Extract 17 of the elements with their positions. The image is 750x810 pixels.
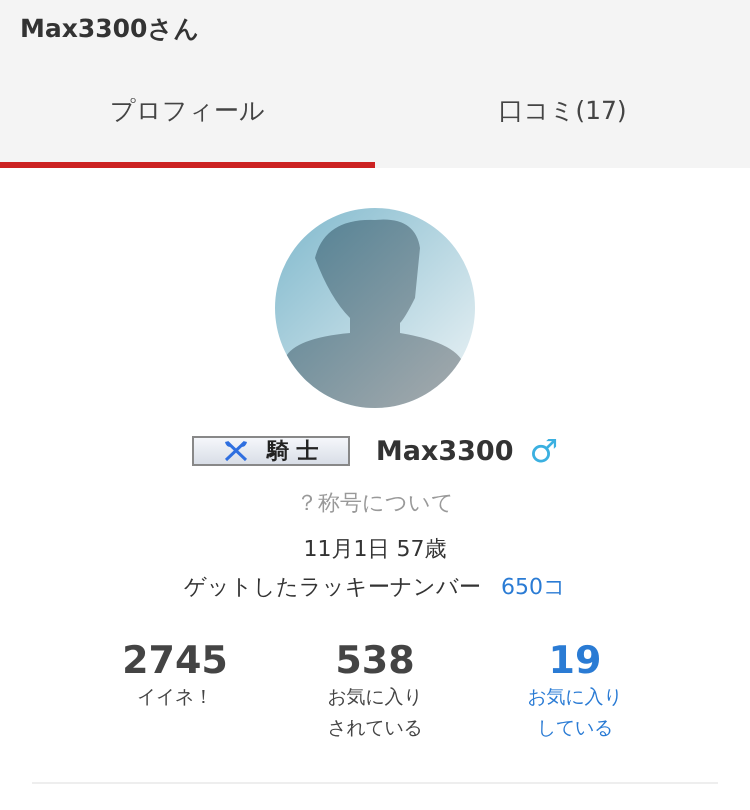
page-title: Max3300さん [19,13,200,45]
birthday-age: 11月1日 57歳 [304,536,446,564]
stat-label: イイネ！ [136,685,214,710]
rank-help-link[interactable]: ？称号について [296,488,454,518]
lucky-number-label: ゲットしたラッキーナンバー [184,574,481,602]
crossed-axes-icon [222,440,249,462]
stat-value: 538 [335,638,415,682]
tab[interactable]: プロフィール [0,58,375,168]
lucky-number-count[interactable]: 650コ [501,572,566,602]
stat-label: お気に入りされている [326,685,424,741]
user-name: Max3300 [376,436,514,466]
tab[interactable]: 口コミ(17) [375,58,750,168]
gender-symbol: ♂ [529,432,558,470]
stat-value[interactable]: 19 [548,638,602,682]
stat-value: 2745 [122,638,228,682]
rank-title: 騎 士 [266,438,319,466]
stat-label[interactable]: お気に入りしている [524,682,626,744]
